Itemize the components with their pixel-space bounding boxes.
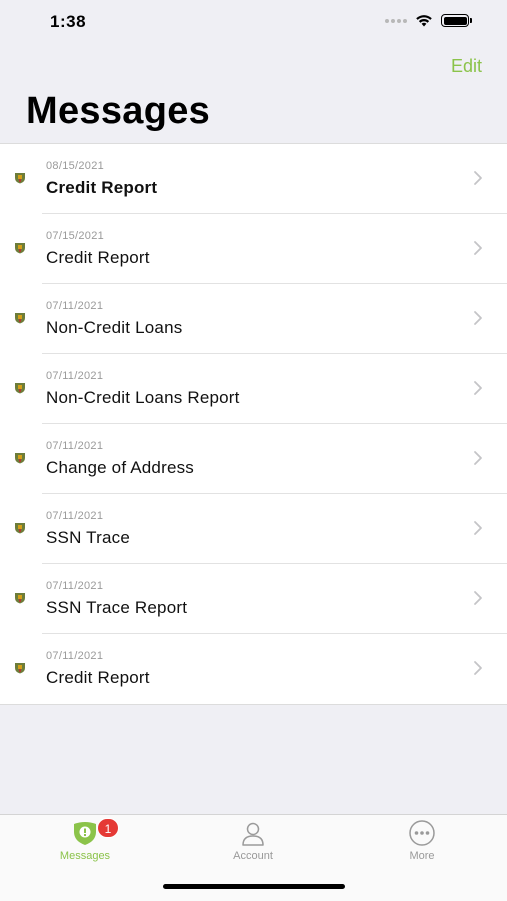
status-time: 1:38 (50, 12, 87, 31)
message-date: 07/15/2021 (46, 230, 105, 242)
status-bar: 1:38 (0, 0, 507, 46)
chevron-right-icon (474, 241, 482, 255)
message-row[interactable]: 07/11/2021 SSN Trace Report (0, 564, 507, 634)
message-date: 07/11/2021 (46, 370, 104, 382)
chevron-right-icon (474, 591, 482, 605)
message-title: Change of Address (46, 458, 194, 477)
shield-badge-icon (15, 173, 25, 184)
tab-messages[interactable]: 1 Messages (25, 815, 145, 867)
message-date: 08/15/2021 (46, 160, 105, 172)
tab-more[interactable]: More (362, 815, 482, 867)
person-icon (242, 822, 264, 846)
battery-icon (441, 14, 472, 27)
message-title: Non-Credit Loans Report (46, 388, 240, 407)
unread-count-badge: 1 (97, 818, 119, 838)
chevron-right-icon (474, 451, 482, 465)
message-date: 07/11/2021 (46, 440, 104, 452)
chevron-right-icon (474, 171, 482, 185)
message-title: Credit Report (46, 668, 150, 687)
message-title: Credit Report (46, 178, 158, 197)
wifi-icon (416, 15, 432, 27)
chevron-right-icon (474, 521, 482, 535)
tab-account[interactable]: Account (193, 815, 313, 867)
message-row[interactable]: 07/11/2021 Non-Credit Loans (0, 284, 507, 354)
shield-badge-icon (15, 383, 25, 394)
edit-button[interactable]: Edit (451, 56, 482, 77)
shield-badge-icon (15, 523, 25, 534)
shield-badge-icon (15, 453, 25, 464)
shield-badge-icon (15, 663, 25, 674)
ellipsis-circle-icon (409, 820, 435, 846)
shield-badge-icon (15, 593, 25, 604)
tab-label: More (409, 850, 435, 862)
message-date: 07/11/2021 (46, 510, 104, 522)
home-indicator[interactable] (163, 884, 345, 889)
message-row[interactable]: 07/11/2021 Change of Address (0, 424, 507, 494)
message-row[interactable]: 08/15/2021 Credit Report (0, 144, 507, 214)
message-title: Non-Credit Loans (46, 318, 183, 337)
message-row[interactable]: 07/15/2021 Credit Report (0, 214, 507, 284)
message-title: SSN Trace (46, 528, 130, 547)
chevron-right-icon (474, 311, 482, 325)
message-row[interactable]: 07/11/2021 Non-Credit Loans Report (0, 354, 507, 424)
shield-badge-icon (15, 313, 25, 324)
chevron-right-icon (474, 661, 482, 675)
shield-badge-icon (15, 243, 25, 254)
status-icons (385, 14, 472, 27)
message-date: 07/11/2021 (46, 300, 104, 312)
message-title: Credit Report (46, 248, 150, 267)
tab-label: Messages (59, 850, 111, 862)
tab-label: Account (233, 850, 273, 862)
shield-alert-icon (74, 822, 96, 845)
message-title: SSN Trace Report (46, 598, 188, 617)
chevron-right-icon (474, 381, 482, 395)
message-date: 07/11/2021 (46, 650, 104, 662)
message-row[interactable]: 07/11/2021 Credit Report (0, 634, 507, 704)
message-date: 07/11/2021 (46, 580, 104, 592)
page-title: Messages (26, 90, 211, 132)
message-list: 08/15/2021 Credit Report 07/15/2021 Cred… (0, 143, 507, 705)
message-row[interactable]: 07/11/2021 SSN Trace (0, 494, 507, 564)
cellular-signal-icon (385, 18, 407, 23)
